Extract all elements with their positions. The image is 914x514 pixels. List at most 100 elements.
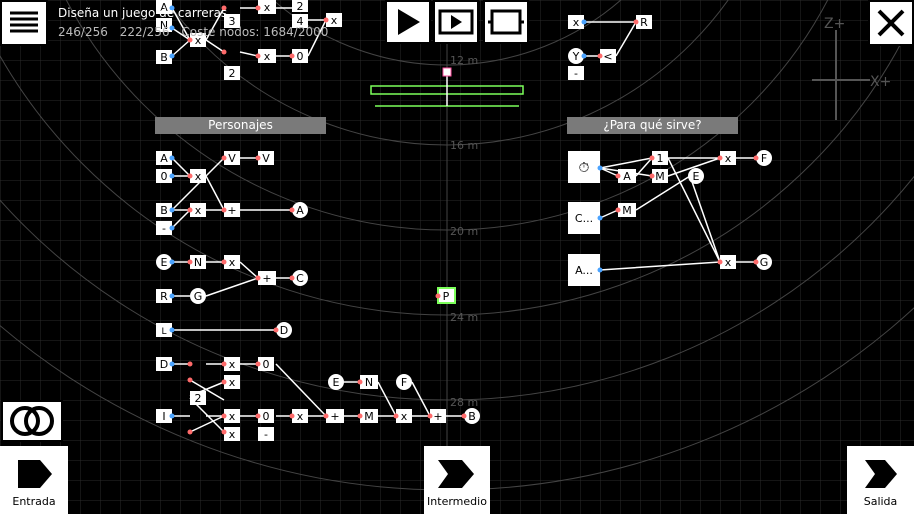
close-button[interactable] xyxy=(868,0,914,46)
step-icon xyxy=(438,9,474,35)
hamburger-icon xyxy=(10,11,38,33)
node-g[interactable]: G xyxy=(190,288,206,304)
output-node-button[interactable]: Salida xyxy=(847,446,914,514)
output-button-label: Salida xyxy=(863,495,898,508)
node-add[interactable]: + xyxy=(258,271,276,285)
step-button[interactable] xyxy=(433,0,479,44)
play-button[interactable] xyxy=(385,0,431,44)
input-node-button[interactable]: Entrada xyxy=(0,446,68,514)
svg-text:-: - xyxy=(574,67,578,80)
svg-text:+: + xyxy=(433,410,442,423)
svg-text:F: F xyxy=(401,376,407,389)
svg-text:E: E xyxy=(333,376,340,389)
svg-text:-: - xyxy=(162,222,166,235)
svg-text:V: V xyxy=(228,152,236,165)
svg-text:R: R xyxy=(160,290,168,303)
node-canvas[interactable]: 12 m 16 m 20 m 24 m 28 m Z+ X+ P A N B x… xyxy=(0,0,914,514)
svg-text:2: 2 xyxy=(195,392,202,405)
node-c-input[interactable]: C... xyxy=(568,202,600,234)
svg-text:A: A xyxy=(160,152,168,165)
node-m[interactable]: M xyxy=(360,409,378,423)
z-axis-label: Z+ xyxy=(824,16,845,32)
svg-text:x: x xyxy=(229,256,236,269)
svg-text:x: x xyxy=(229,428,236,441)
svg-text:C: C xyxy=(296,272,304,285)
node-add[interactable]: + xyxy=(326,409,344,423)
node-minus[interactable]: - xyxy=(568,66,584,80)
input-button-label: Entrada xyxy=(12,495,56,508)
meter-label: 20 m xyxy=(450,225,478,238)
view-toggle-button[interactable] xyxy=(1,400,63,442)
svg-text:1: 1 xyxy=(657,152,664,165)
svg-text:x: x xyxy=(229,358,236,371)
svg-text:x: x xyxy=(195,204,202,217)
overlap-circles-icon xyxy=(10,406,54,436)
intermediate-button-label: Intermedio xyxy=(427,495,487,508)
svg-text:N: N xyxy=(365,376,373,389)
svg-text:P: P xyxy=(443,290,450,303)
svg-text:M: M xyxy=(622,204,632,217)
svg-text:x: x xyxy=(229,410,236,423)
node-a-input-right[interactable]: A... xyxy=(568,254,600,286)
svg-text:E: E xyxy=(693,170,700,183)
level-title: Diseña un juego de carreras xyxy=(58,6,228,20)
node-minus[interactable]: - xyxy=(258,427,274,441)
node-multiply[interactable]: x xyxy=(224,427,240,441)
node-two-top[interactable]: 2 xyxy=(292,0,308,13)
svg-text:Y: Y xyxy=(572,50,580,63)
svg-text:D: D xyxy=(160,358,168,371)
svg-text:C...: C... xyxy=(575,212,593,225)
svg-text:+: + xyxy=(262,272,271,285)
node-two[interactable]: 2 xyxy=(190,391,206,405)
svg-text:0: 0 xyxy=(297,50,304,63)
node-multiply[interactable]: x xyxy=(258,0,276,14)
svg-text:x: x xyxy=(264,50,271,63)
x-axis-label: X+ xyxy=(870,74,891,90)
link-count: 222/256 xyxy=(119,25,170,39)
svg-text:L: L xyxy=(161,327,166,337)
node-timer-input[interactable]: ⏱ xyxy=(568,151,600,183)
svg-text:B: B xyxy=(160,51,168,64)
intermediate-node-button[interactable]: Intermedio xyxy=(424,446,490,514)
menu-button[interactable] xyxy=(0,0,48,46)
svg-text:x: x xyxy=(401,410,408,423)
node-multiply[interactable]: x xyxy=(258,49,276,63)
svg-text:G: G xyxy=(760,256,769,269)
node-n[interactable]: N xyxy=(360,375,378,389)
fit-view-button[interactable] xyxy=(483,0,529,44)
svg-text:V: V xyxy=(262,152,270,165)
svg-text:A...: A... xyxy=(575,264,593,277)
section-label-para-que-sirve: ¿Para qué sirve? xyxy=(567,117,738,134)
node-b-top[interactable]: B xyxy=(156,50,172,64)
svg-text:2: 2 xyxy=(297,0,304,13)
meter-label: 28 m xyxy=(450,396,478,409)
node-e[interactable]: E xyxy=(688,168,704,184)
node-e[interactable]: E xyxy=(328,374,344,390)
input-arrow-icon xyxy=(18,460,52,488)
svg-text:F: F xyxy=(761,152,767,165)
svg-text:+: + xyxy=(227,204,236,217)
budget-stats: 246/256 222/256 Coste nodos: 1684/2000 xyxy=(58,25,336,39)
node-f[interactable]: F xyxy=(396,374,412,390)
svg-text:I: I xyxy=(162,410,165,423)
svg-text:x: x xyxy=(725,256,732,269)
play-icon xyxy=(398,9,420,35)
svg-text:x: x xyxy=(264,1,271,14)
node-two-top[interactable]: 2 xyxy=(224,66,240,80)
svg-text:x: x xyxy=(725,152,732,165)
node-m[interactable]: M xyxy=(618,203,636,217)
svg-text:x: x xyxy=(229,376,236,389)
svg-text:N: N xyxy=(194,256,202,269)
output-arrow-icon xyxy=(865,460,897,488)
intermediate-arrow-icon xyxy=(438,460,474,488)
grid-background xyxy=(0,0,914,514)
node-p[interactable]: P xyxy=(437,287,456,304)
svg-text:M: M xyxy=(364,410,374,423)
svg-text:x: x xyxy=(195,170,202,183)
cost-stat: Coste nodos: 1684/2000 xyxy=(181,25,329,39)
svg-text:R: R xyxy=(640,16,648,29)
svg-text:0: 0 xyxy=(263,358,270,371)
svg-text:A: A xyxy=(296,204,304,217)
node-a[interactable]: A xyxy=(618,169,636,183)
meter-label: 16 m xyxy=(450,139,478,152)
